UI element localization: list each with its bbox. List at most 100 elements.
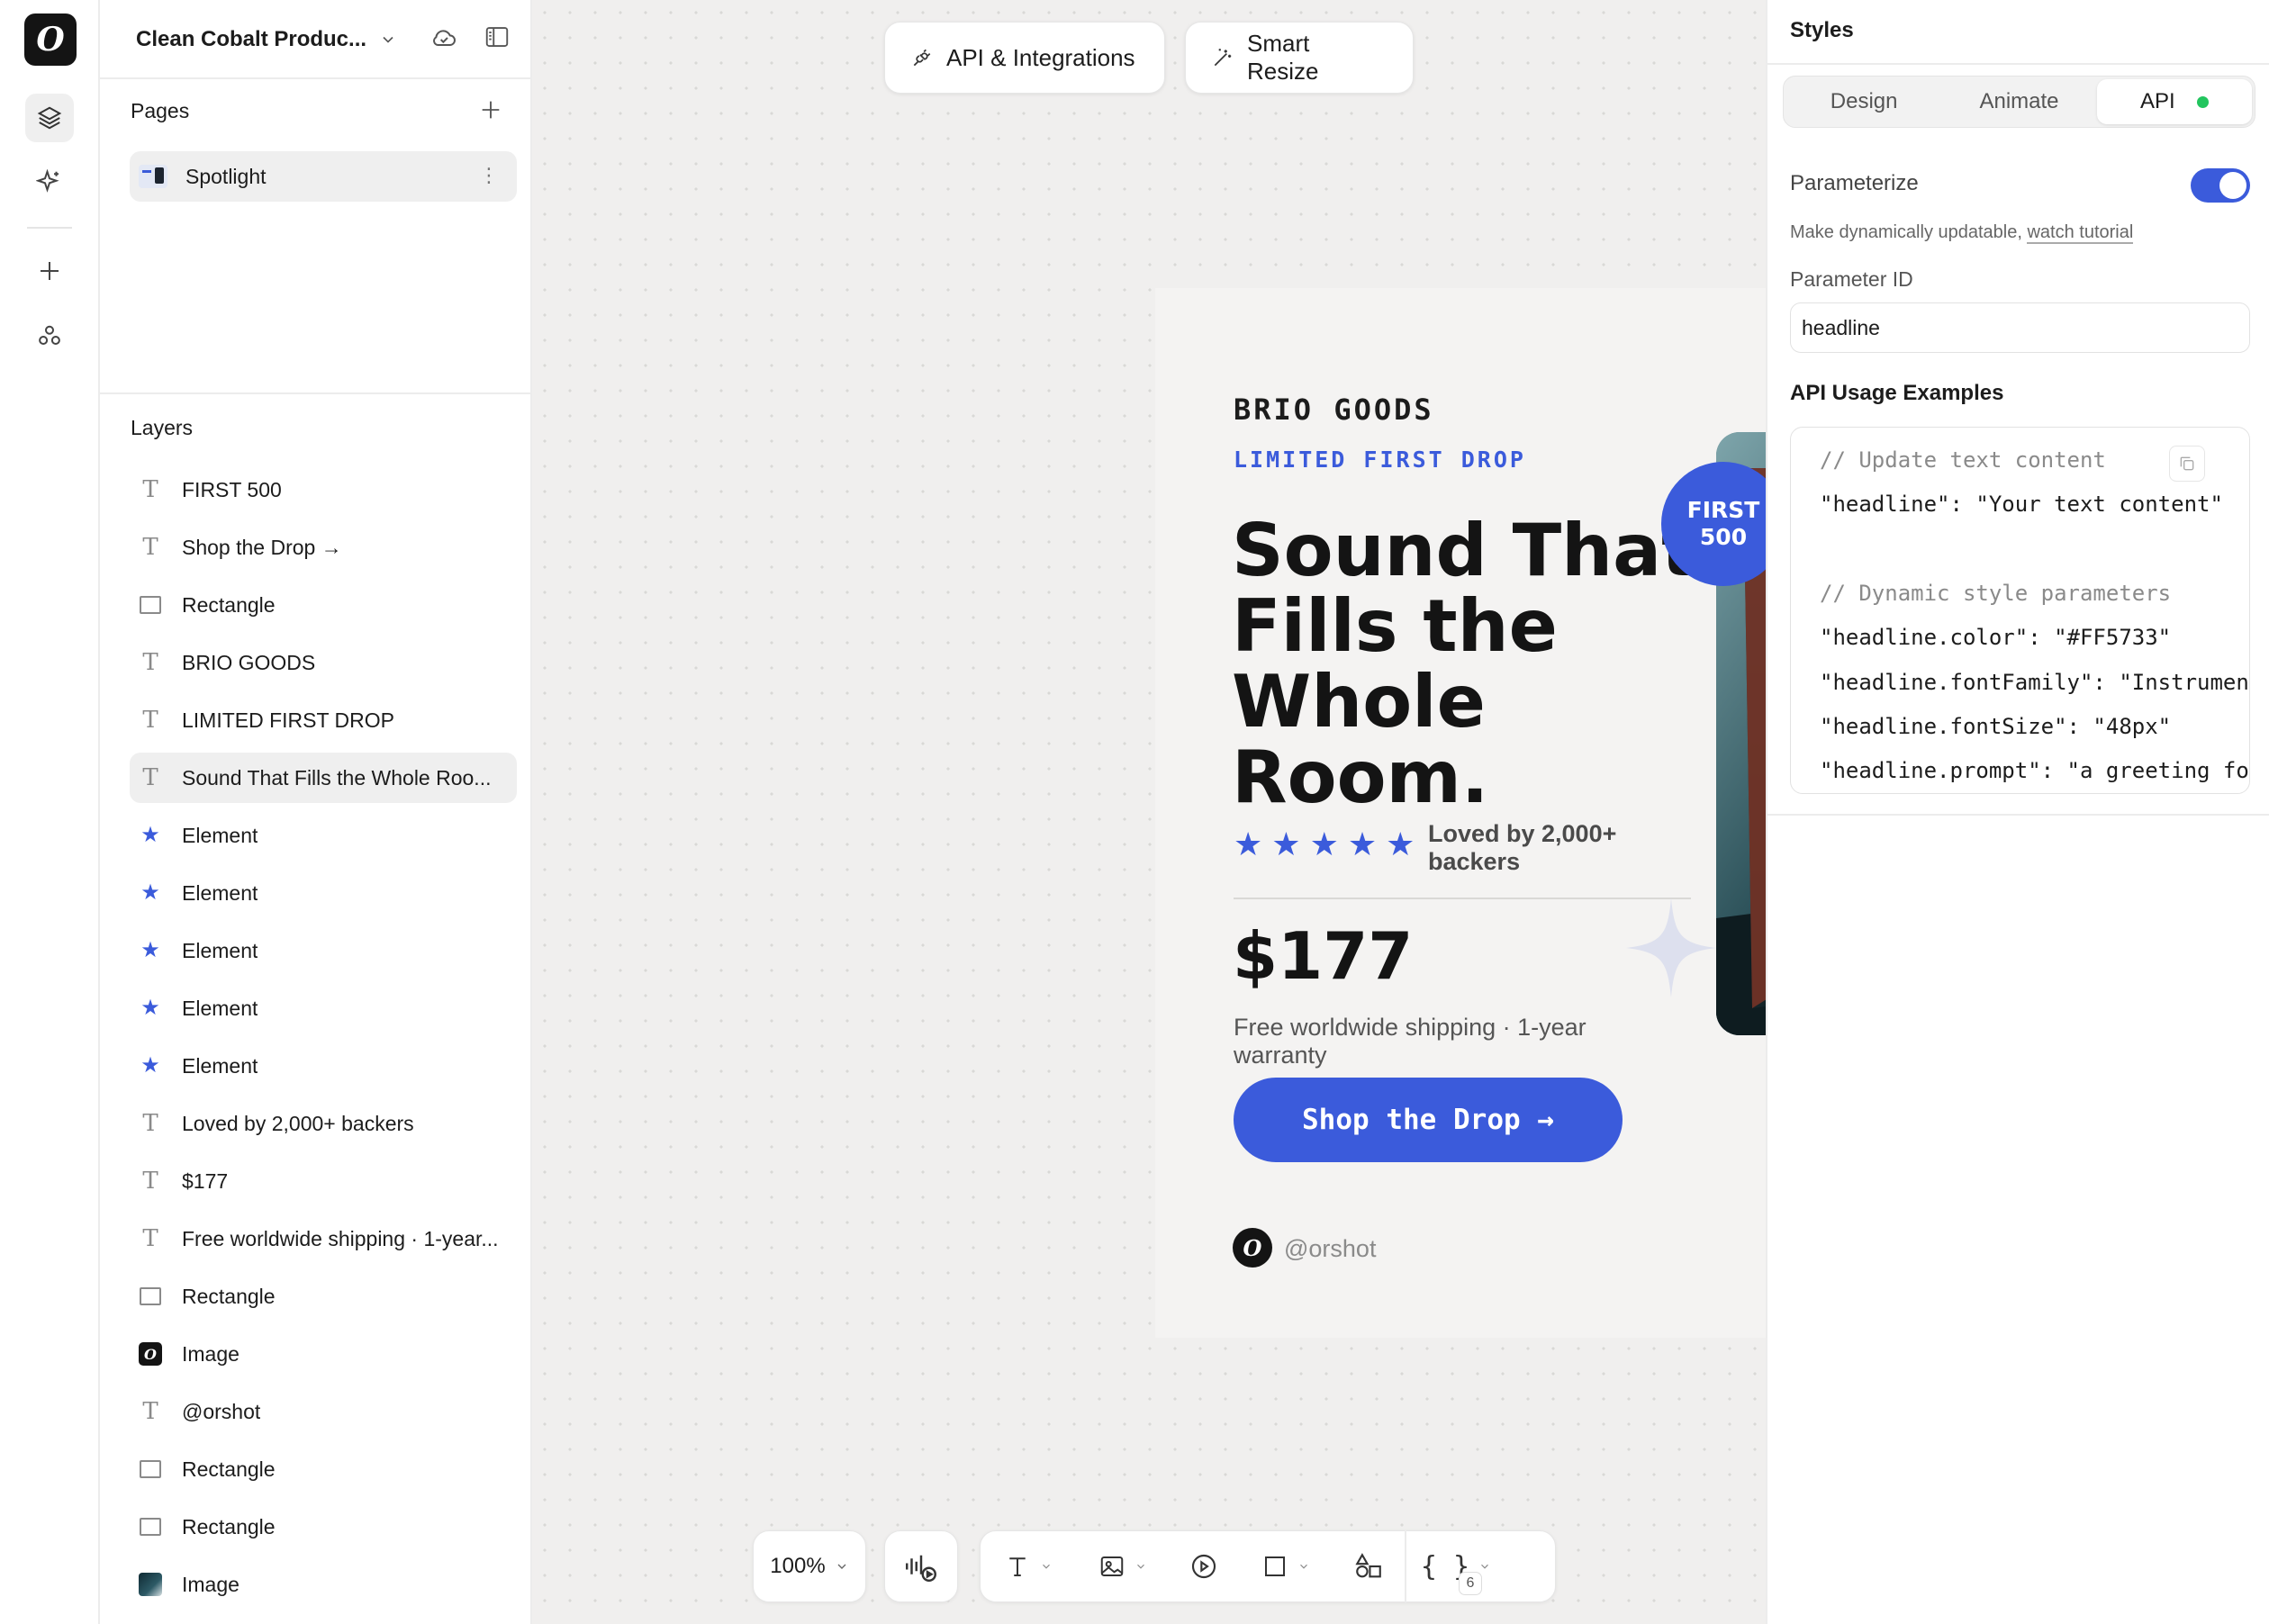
handle-text[interactable]: @orshot [1284, 1235, 1376, 1263]
star-icon[interactable]: ★ [1271, 828, 1300, 861]
tab-api[interactable]: API [2096, 79, 2252, 124]
layer-item[interactable]: ★ Element [130, 810, 517, 861]
sparkle-icon[interactable] [1626, 898, 1716, 997]
sidebar-toggle-icon[interactable] [484, 23, 511, 50]
brand-text[interactable]: BRIO GOODS [1234, 392, 1434, 427]
tab-animate[interactable]: Animate [1941, 79, 2096, 124]
video-tool[interactable] [1170, 1530, 1238, 1602]
parameter-id-input[interactable] [1790, 302, 2250, 353]
layer-item[interactable]: O Image [130, 1329, 517, 1379]
help-text: Make dynamically updatable, [1790, 222, 2028, 242]
layer-label: Element [182, 880, 258, 905]
audio-button[interactable] [884, 1530, 958, 1602]
layer-item[interactable]: Rectangle [130, 1444, 517, 1494]
zoom-control[interactable]: 100% [753, 1530, 866, 1602]
text-icon: T [142, 1398, 158, 1425]
text-tool[interactable] [981, 1530, 1075, 1602]
project-actions [429, 23, 511, 52]
star-icon[interactable]: ★ [1386, 828, 1415, 861]
layer-item[interactable]: T Shop the Drop → [130, 522, 517, 573]
elements-tool[interactable] [1333, 1530, 1405, 1602]
star-icon[interactable]: ★ [1234, 828, 1262, 861]
shapes-icon [1355, 1553, 1381, 1578]
chevron-down-icon [1042, 1564, 1050, 1569]
smart-resize-label: Smart Resize [1247, 30, 1319, 85]
layer-item[interactable]: Rectangle [130, 1271, 517, 1322]
layer-item[interactable]: T BRIO GOODS [130, 637, 517, 688]
canvas[interactable]: API & Integrations Smart Resize BRIO GOO… [532, 0, 2207, 1624]
layer-item[interactable]: T $177 [130, 1156, 517, 1206]
cloud-sync-icon[interactable] [429, 23, 458, 52]
variables-tool[interactable]: { } 6 [1406, 1530, 1505, 1602]
more-vertical-icon[interactable]: ⋮ [479, 166, 499, 185]
text-icon: T [142, 707, 158, 734]
tools-toolbar: { } 6 [980, 1530, 1556, 1602]
layer-label: Loved by 2,000+ backers [182, 1111, 414, 1135]
layer-item[interactable]: Image [130, 1559, 517, 1610]
divider-line[interactable] [1234, 898, 1691, 899]
rating-stars[interactable]: ★ ★ ★ ★ ★ [1234, 828, 1415, 861]
layers-icon[interactable] [25, 94, 74, 142]
layers-title: Layers [131, 416, 194, 439]
ai-sparkle-icon[interactable] [25, 158, 74, 206]
layer-label: Element [182, 823, 258, 847]
tab-label: API [2139, 89, 2175, 113]
backers-text[interactable]: Loved by 2,000+ backers [1428, 820, 1644, 876]
left-panel: Clean Cobalt Produc... Pages Spotlight ⋮… [100, 0, 532, 1624]
layer-label: Sound That Fills the Whole Roo... [182, 765, 492, 789]
layer-item[interactable]: ★ Element [130, 925, 517, 976]
layer-item[interactable]: T @orshot [130, 1386, 517, 1437]
layer-item[interactable]: T Loved by 2,000+ backers [130, 1098, 517, 1149]
page-item-spotlight[interactable]: Spotlight ⋮ [130, 151, 517, 202]
layer-item[interactable]: T LIMITED FIRST DROP [130, 695, 517, 745]
layer-item[interactable]: T FIRST 500 [130, 465, 517, 515]
components-icon[interactable] [25, 311, 74, 360]
cta-button[interactable]: Shop the Drop → [1234, 1078, 1623, 1162]
parameterize-toggle[interactable] [2191, 168, 2250, 203]
parameter-id-label: Parameter ID [1790, 267, 1913, 291]
layer-label: Rectangle [182, 592, 276, 617]
copy-button[interactable] [2169, 446, 2205, 482]
layer-item[interactable]: T Sound That Fills the Whole Roo... [130, 753, 517, 803]
layer-item[interactable]: Rectangle [130, 1502, 517, 1552]
app-logo[interactable]: O [24, 14, 77, 66]
add-icon[interactable] [25, 247, 74, 295]
text-icon: T [142, 534, 158, 561]
layer-item[interactable]: ★ Element [130, 983, 517, 1033]
orshot-logo[interactable]: O [1233, 1228, 1272, 1268]
smart-resize-button[interactable]: Smart Resize [1185, 22, 1414, 94]
rectangle-icon [139, 1285, 162, 1308]
add-page-button[interactable] [478, 97, 503, 127]
shipping-text[interactable]: Free worldwide shipping · 1-year warrant… [1234, 1014, 1630, 1069]
chevron-down-icon [837, 1564, 846, 1569]
project-selector[interactable]: Clean Cobalt Produc... [136, 22, 397, 58]
badge-line-1: FIRST [1686, 497, 1760, 523]
watch-tutorial-link[interactable]: watch tutorial [2027, 222, 2134, 244]
layer-item[interactable]: Rectangle [130, 580, 517, 630]
chevron-down-icon [1299, 1564, 1307, 1569]
plug-icon [913, 49, 931, 67]
shape-tool[interactable] [1238, 1530, 1333, 1602]
layer-label: FIRST 500 [182, 477, 282, 501]
layer-label: @orshot [182, 1399, 261, 1423]
image-tool[interactable] [1075, 1530, 1170, 1602]
layer-label: Shop the Drop → [182, 535, 342, 559]
star-icon[interactable]: ★ [1348, 828, 1377, 861]
layer-label: Rectangle [182, 1284, 276, 1308]
text-tool-icon [1008, 1557, 1026, 1576]
tagline-text[interactable]: LIMITED FIRST DROP [1234, 447, 1526, 473]
layer-item[interactable]: ★ Element [130, 868, 517, 918]
api-integrations-label: API & Integrations [946, 43, 1135, 71]
price-text[interactable]: $177 [1233, 918, 1413, 994]
layer-label: Free worldwide shipping · 1-year... [182, 1226, 499, 1250]
layer-item[interactable]: T Free worldwide shipping · 1-year... [130, 1213, 517, 1264]
api-integrations-button[interactable]: API & Integrations [884, 22, 1165, 94]
star-icon[interactable]: ★ [1310, 828, 1339, 861]
chevron-down-icon [1481, 1564, 1489, 1569]
panel-divider [100, 77, 532, 79]
tab-design[interactable]: Design [1786, 79, 1941, 124]
headline-text[interactable]: Sound That Fills the Whole Room. [1232, 513, 1736, 816]
styles-title: Styles [1790, 18, 1854, 42]
star-icon: ★ [140, 996, 160, 1020]
layer-item[interactable]: ★ Element [130, 1041, 517, 1091]
